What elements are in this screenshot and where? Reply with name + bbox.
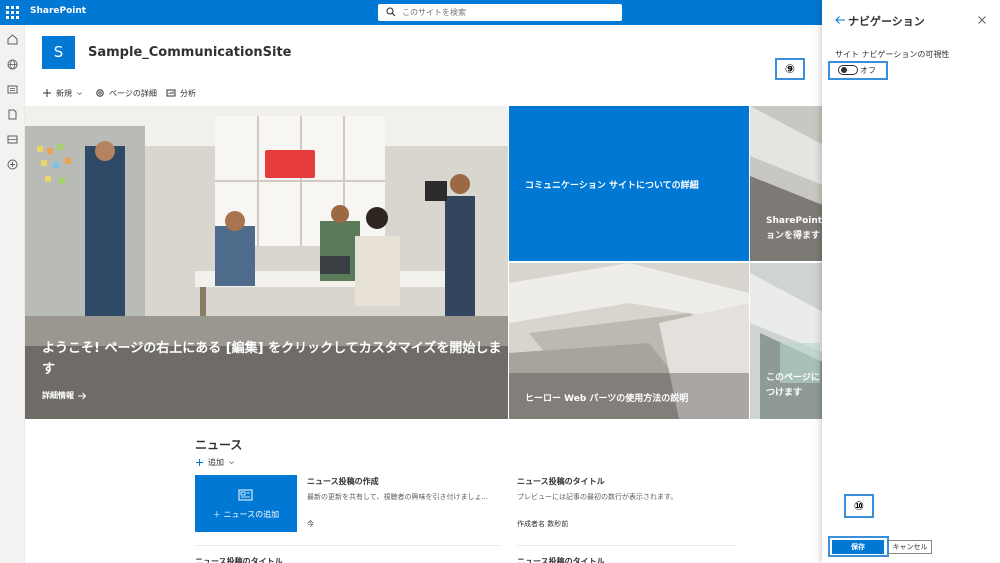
site-title[interactable]: Sample_CommunicationSite <box>88 45 291 60</box>
news-post-description: 最新の更新を共有して、視聴者の興味を引き付けましょ... <box>307 493 489 501</box>
close-icon[interactable] <box>977 15 987 25</box>
gear-icon <box>96 89 104 97</box>
step-10-callout: ⑩ <box>844 494 874 518</box>
globe-icon[interactable] <box>6 58 19 71</box>
hero-tile-sharepoint[interactable]: SharePoint ア ョンを得ます <box>750 106 825 261</box>
brand-label[interactable]: SharePoint <box>30 6 86 16</box>
site-logo[interactable]: S <box>42 36 75 69</box>
search-box[interactable] <box>378 4 622 21</box>
news-post-meta: 作成者名 数秒前 <box>517 520 569 528</box>
news-add-button[interactable]: 追加 <box>195 457 235 468</box>
chevron-down-icon <box>77 91 82 95</box>
analytics-icon <box>166 89 176 97</box>
page-details-label: ページの詳細 <box>109 88 157 98</box>
home-icon[interactable] <box>6 33 19 46</box>
app-launcher-icon[interactable] <box>6 6 19 19</box>
step-9-callout: ⑨ <box>775 58 805 80</box>
news-icon[interactable] <box>6 83 19 96</box>
analytics-label: 分析 <box>180 88 196 98</box>
plus-icon <box>196 459 203 466</box>
hero-tile-page[interactable]: このページに つけます <box>750 263 825 419</box>
app-bar <box>0 25 25 563</box>
news-post-meta: 今 <box>307 520 314 528</box>
add-news-label: ＋ ニュースの追加 <box>212 510 280 519</box>
hero-tile-communication-caption: コミュニケーション サイトについての詳細 <box>525 181 699 191</box>
arrow-right-icon <box>78 392 87 399</box>
news-divider <box>195 545 500 546</box>
hero-main-caption: ようこそ! ページの右上にある [編集] をクリックしてカスタマイズを開始します <box>42 341 502 377</box>
learn-more-label: 詳細情報 <box>42 391 74 400</box>
document-icon[interactable] <box>6 108 19 121</box>
hero-tile-page-caption: このページに つけます <box>766 373 820 398</box>
add-news-card[interactable]: ＋ ニュースの追加 <box>195 475 297 532</box>
navigation-panel: ナビゲーション サイト ナビゲーションの可視性 オフ 保存 キャンセル <box>822 0 1000 563</box>
hero-main-tile[interactable]: ようこそ! ページの右上にある [編集] をクリックしてカスタマイズを開始します… <box>25 106 508 419</box>
news-post-description: プレビューには記事の最初の数行が表示されます。 <box>517 493 678 501</box>
search-input[interactable] <box>402 6 612 19</box>
news-divider <box>517 545 737 546</box>
news-icon <box>238 489 253 501</box>
search-icon <box>386 7 396 17</box>
news-section-title: ニュース <box>195 438 243 452</box>
news-post-title[interactable]: ニュース投稿のタイトル <box>517 557 605 563</box>
save-highlight <box>828 536 889 557</box>
news-post-title[interactable]: ニュース投稿のタイトル <box>195 557 283 563</box>
page-details-command[interactable]: ページの詳細 <box>95 86 157 100</box>
hero-tile-webparts[interactable]: ヒーロー Web パーツの使用方法の説明 <box>509 263 749 419</box>
hero-tile-webparts-caption: ヒーロー Web パーツの使用方法の説明 <box>525 394 689 404</box>
new-command[interactable]: 新規 <box>42 86 83 100</box>
plus-icon <box>43 89 51 97</box>
news-post-title[interactable]: ニュース投稿のタイトル <box>517 476 605 487</box>
learn-more-link[interactable]: 詳細情報 <box>42 390 87 401</box>
hero-tile-sharepoint-caption: SharePoint ア ョンを得ます <box>766 216 823 241</box>
chevron-down-icon <box>229 461 234 465</box>
back-arrow-icon[interactable] <box>834 14 846 26</box>
add-icon[interactable] <box>6 158 19 171</box>
cancel-button[interactable]: キャンセル <box>888 540 932 554</box>
news-add-label: 追加 <box>208 458 224 467</box>
list-icon[interactable] <box>6 133 19 146</box>
visibility-label: サイト ナビゲーションの可視性 <box>835 50 950 59</box>
analytics-command[interactable]: 分析 <box>166 86 196 100</box>
hero-tile-communication[interactable]: コミュニケーション サイトについての詳細 <box>509 106 749 261</box>
add-news-text: ニュースの追加 <box>223 510 280 519</box>
toggle-highlight <box>828 61 888 80</box>
news-post-title[interactable]: ニュース投稿の作成 <box>307 476 379 487</box>
new-command-label: 新規 <box>56 88 72 98</box>
panel-title: ナビゲーション <box>848 15 925 28</box>
